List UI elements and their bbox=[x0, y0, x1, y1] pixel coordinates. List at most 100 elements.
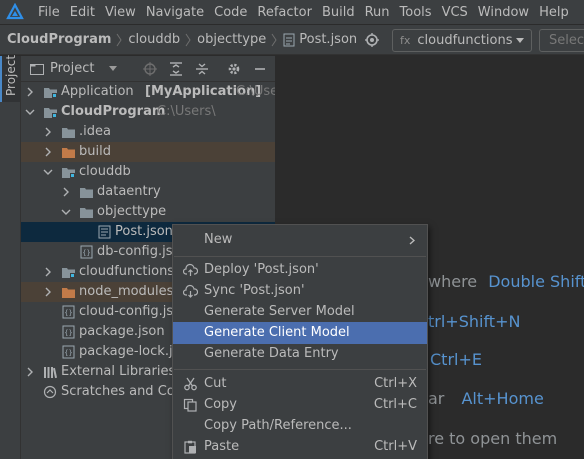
tool-window-stripe: Project bbox=[0, 55, 21, 459]
tree-item-label: clouddb bbox=[79, 164, 131, 179]
folder-icon bbox=[62, 128, 75, 138]
expand-all-icon[interactable] bbox=[169, 62, 183, 76]
menu-item-label: Paste bbox=[204, 439, 240, 454]
expand-arrow-icon[interactable] bbox=[43, 147, 53, 157]
breadcrumb-separator-icon bbox=[185, 33, 191, 46]
svg-text:{}: {} bbox=[64, 309, 72, 317]
menu-item-copy-path[interactable]: Copy Path/Reference... bbox=[173, 415, 427, 437]
menu-item-label: New bbox=[204, 232, 233, 247]
menu-item-label: Generate Server Model bbox=[204, 304, 355, 319]
tree-item-build[interactable]: build bbox=[21, 142, 275, 162]
scratches-icon bbox=[43, 385, 57, 399]
hint-text: where bbox=[428, 272, 478, 291]
tree-item-clouddb[interactable]: clouddb bbox=[21, 162, 275, 182]
hint-shortcut: Alt+Home bbox=[461, 389, 544, 408]
menu-window[interactable]: Window bbox=[478, 5, 529, 20]
menu-bar: File Edit View Navigate Code Refactor Bu… bbox=[0, 0, 584, 24]
expand-arrow-icon[interactable] bbox=[43, 127, 53, 137]
hint-go-to-file: trl+Shift+N bbox=[428, 312, 520, 331]
menu-item-label: Generate Client Model bbox=[204, 325, 350, 340]
project-tool-tab[interactable]: Project bbox=[0, 55, 20, 102]
menu-view[interactable]: View bbox=[105, 5, 136, 20]
breadcrumb-post-json[interactable]: Post.json bbox=[283, 32, 357, 47]
hide-panel-icon[interactable] bbox=[253, 62, 267, 76]
breadcrumb-objecttype[interactable]: objecttype bbox=[197, 32, 266, 47]
menu-run[interactable]: Run bbox=[365, 5, 390, 20]
folder-icon bbox=[80, 208, 93, 218]
tree-item-label: .idea bbox=[79, 124, 111, 139]
menu-build[interactable]: Build bbox=[322, 5, 355, 20]
breadcrumb-separator-icon bbox=[116, 33, 123, 46]
tree-item-label: package.json bbox=[79, 324, 165, 339]
json-file-icon bbox=[98, 225, 111, 239]
menu-help[interactable]: Help bbox=[539, 5, 569, 20]
scissors-icon bbox=[184, 377, 197, 391]
expand-arrow-icon[interactable] bbox=[25, 87, 35, 97]
gear-icon[interactable] bbox=[227, 62, 241, 76]
hint-text: re to open them bbox=[428, 429, 558, 448]
menu-refactor[interactable]: Refactor bbox=[257, 5, 312, 20]
chevron-down-icon bbox=[516, 38, 524, 43]
collapse-arrow-icon[interactable] bbox=[43, 167, 53, 177]
menu-edit[interactable]: Edit bbox=[70, 5, 95, 20]
tree-item-objecttype[interactable]: objecttype bbox=[21, 202, 275, 222]
menu-item-shortcut: Ctrl+C bbox=[373, 397, 417, 412]
menu-item-copy[interactable]: Copy Ctrl+C bbox=[173, 394, 427, 416]
menu-item-generate-client-model[interactable]: Generate Client Model bbox=[173, 322, 427, 344]
tree-item-label: Application bbox=[61, 84, 134, 99]
run-configuration-dropdown[interactable]: fx cloudfunctions bbox=[392, 29, 532, 52]
json-file-icon: {} bbox=[62, 325, 75, 339]
excluded-folder-icon bbox=[62, 288, 75, 298]
hint-navigation-bar: ar Alt+Home bbox=[428, 389, 544, 408]
select-opened-file-icon[interactable] bbox=[143, 62, 157, 76]
menu-tools[interactable]: Tools bbox=[400, 5, 432, 20]
breadcrumb-cloudprogram[interactable]: CloudProgram bbox=[7, 32, 111, 47]
locate-target-icon[interactable] bbox=[365, 33, 379, 47]
tree-item-label: dataentry bbox=[97, 184, 161, 199]
menu-item-generate-server-model[interactable]: Generate Server Model bbox=[173, 301, 427, 323]
json-file-icon: {} bbox=[62, 305, 75, 319]
context-menu: New Deploy 'Post.json' Sync 'Post.json' … bbox=[172, 224, 428, 459]
expand-arrow-icon[interactable] bbox=[25, 367, 35, 377]
breadcrumb-separator-icon bbox=[271, 33, 277, 46]
menu-item-generate-data-entry[interactable]: Generate Data Entry bbox=[173, 343, 427, 365]
menu-item-cut[interactable]: Cut Ctrl+X bbox=[173, 373, 427, 395]
menu-item-label: Deploy 'Post.json' bbox=[204, 262, 319, 277]
project-panel-header: Project bbox=[21, 56, 275, 82]
view-selector-chevron-icon[interactable] bbox=[109, 66, 118, 71]
menu-file[interactable]: File bbox=[38, 5, 60, 20]
copy-icon bbox=[183, 398, 197, 412]
select-button[interactable]: Select bbox=[539, 29, 584, 52]
cloud-upload-icon bbox=[183, 263, 198, 276]
collapse-arrow-icon[interactable] bbox=[25, 107, 35, 117]
hint-search-everywhere: where Double Shift bbox=[428, 272, 584, 291]
module-folder-icon bbox=[44, 108, 57, 118]
tree-item-dataentry[interactable]: dataentry bbox=[21, 182, 275, 202]
tree-item-label: build bbox=[79, 144, 111, 159]
menu-vcs[interactable]: VCS bbox=[442, 5, 468, 20]
menu-item-paste[interactable]: Paste Ctrl+V bbox=[173, 436, 427, 458]
collapse-arrow-icon[interactable] bbox=[61, 207, 71, 217]
menu-code[interactable]: Code bbox=[214, 5, 247, 20]
expand-arrow-icon[interactable] bbox=[43, 287, 53, 297]
tree-item-label: CloudProgram bbox=[61, 104, 166, 119]
hint-text: ar bbox=[428, 389, 445, 408]
menu-item-label: Cut bbox=[204, 376, 227, 391]
panel-title: Project bbox=[50, 61, 95, 76]
tree-item-application[interactable]: Application [MyApplication] C:\Use bbox=[21, 82, 275, 102]
menu-navigate[interactable]: Navigate bbox=[146, 5, 204, 20]
hint-shortcut: trl+Shift+N bbox=[428, 312, 521, 331]
tree-item-cloudprogram[interactable]: CloudProgram C:\Users\ bbox=[21, 102, 275, 122]
menu-item-sync[interactable]: Sync 'Post.json' bbox=[173, 280, 427, 302]
breadcrumb-clouddb[interactable]: clouddb bbox=[128, 32, 180, 47]
menu-item-new[interactable]: New bbox=[173, 229, 427, 251]
expand-arrow-icon[interactable] bbox=[43, 267, 53, 277]
collapse-all-icon[interactable] bbox=[195, 62, 209, 76]
tree-item-idea[interactable]: .idea bbox=[21, 122, 275, 142]
tree-item-label: objecttype bbox=[97, 204, 167, 219]
tree-item-path: C:\Users\ bbox=[157, 104, 216, 119]
menu-item-label: Sync 'Post.json' bbox=[204, 283, 305, 298]
expand-arrow-icon[interactable] bbox=[61, 187, 71, 197]
excluded-folder-icon bbox=[62, 148, 75, 158]
menu-item-deploy[interactable]: Deploy 'Post.json' bbox=[173, 259, 427, 281]
